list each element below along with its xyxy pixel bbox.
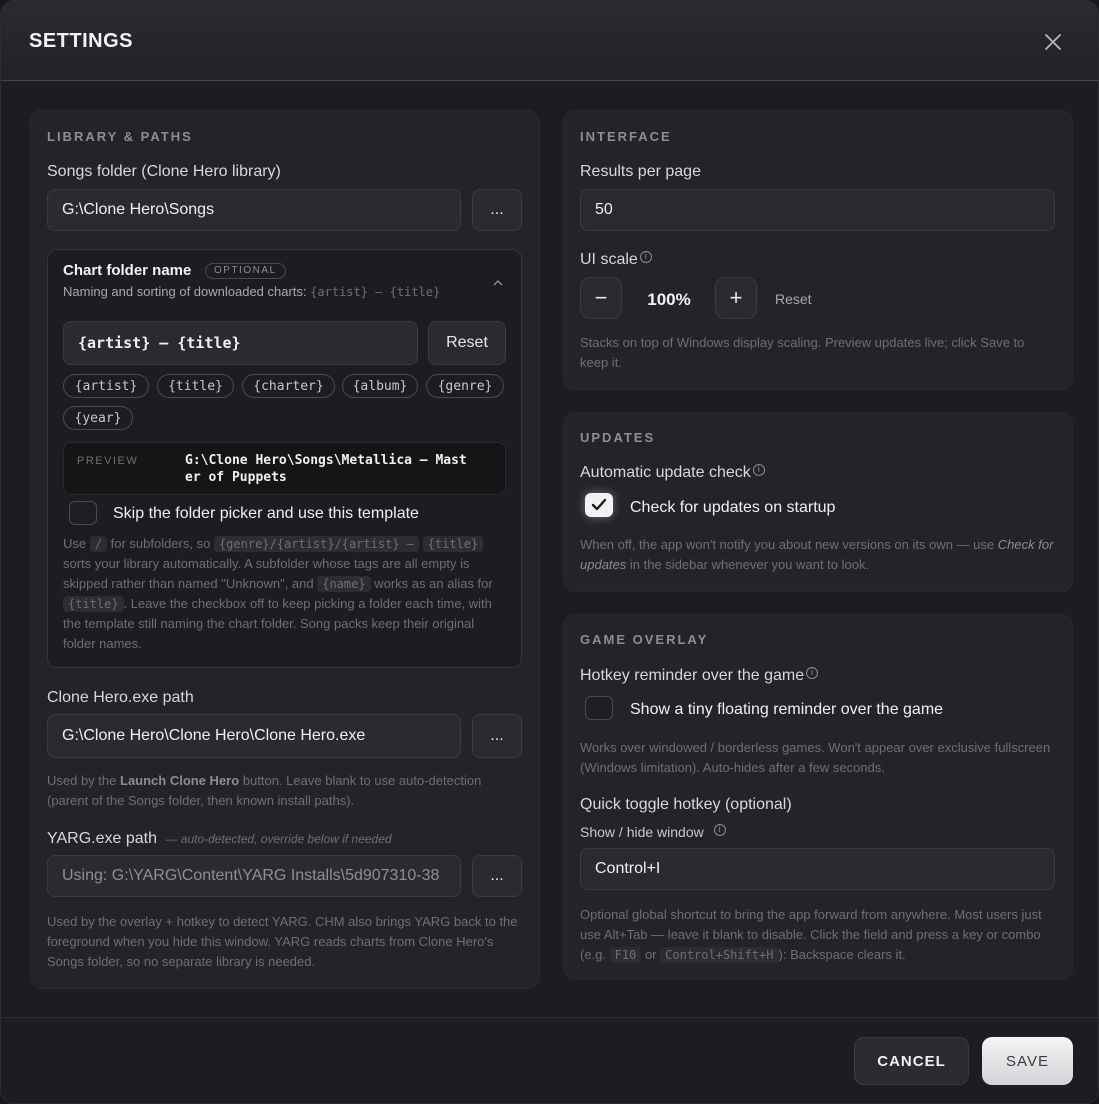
- exe-path-help: Used by the Launch Clone Hero button. Le…: [47, 773, 482, 808]
- token-artist[interactable]: {artist}: [63, 374, 149, 398]
- preview-path-line1: G:\Clone Hero\Songs\Metallica – Mast: [185, 453, 467, 468]
- ui-scale-help: Stacks on top of Windows display scaling…: [580, 335, 1025, 370]
- exe-path-input[interactable]: G:\Clone Hero\Clone Hero\Clone Hero.exe: [47, 714, 461, 758]
- exe-path-browse-button[interactable]: ...: [472, 714, 522, 758]
- hotkey-help: Optional global shortcut to bring the ap…: [580, 907, 1042, 963]
- preview-label: PREVIEW: [77, 455, 139, 467]
- info-icon: i: [713, 824, 726, 836]
- library-section-title: LIBRARY & PATHS: [47, 129, 193, 144]
- updates-section-title: UPDATES: [580, 430, 656, 445]
- info-icon: i: [639, 251, 652, 263]
- songs-folder-browse-button[interactable]: ...: [472, 189, 522, 231]
- songs-folder-input[interactable]: G:\Clone Hero\Songs: [47, 189, 461, 231]
- save-button[interactable]: SAVE: [982, 1037, 1073, 1085]
- optional-badge: OPTIONAL: [205, 263, 286, 279]
- minus-icon: −: [594, 285, 608, 310]
- ellipsis-icon: ...: [490, 867, 504, 884]
- yarg-path-placeholder: Using: G:\YARG\Content\YARG Installs\5d9…: [62, 867, 440, 884]
- modal-header: SETTINGS: [1, 1, 1098, 81]
- modal-title: SETTINGS: [29, 30, 134, 52]
- skip-folder-picker-label: Skip the folder picker and use this temp…: [113, 505, 419, 522]
- overlay-section-title: GAME OVERLAY: [580, 632, 709, 647]
- songs-folder-value: G:\Clone Hero\Songs: [62, 201, 215, 218]
- chart-template-input[interactable]: {artist} – {title}: [63, 321, 418, 365]
- preview-path-line2: er of Puppets: [185, 470, 287, 485]
- results-per-page-label: Results per page: [580, 163, 701, 180]
- exe-path-label: Clone Hero.exe path: [47, 689, 194, 706]
- token-title[interactable]: {title}: [157, 374, 234, 398]
- hotkey-input[interactable]: Control+I: [580, 848, 1055, 890]
- ellipsis-icon: ...: [490, 201, 504, 218]
- songs-folder-label: Songs folder (Clone Hero library): [47, 163, 281, 180]
- plus-icon: +: [729, 285, 743, 310]
- token-album[interactable]: {album}: [342, 374, 418, 398]
- preview-box: [63, 442, 506, 495]
- yarg-path-note: — auto-detected, override below if neede…: [165, 832, 392, 846]
- yarg-path-label: YARG.exe path — auto-detected, override …: [47, 830, 392, 847]
- token-year[interactable]: {year}: [63, 406, 133, 430]
- updates-help: When off, the app won't notify you about…: [580, 537, 1054, 572]
- exe-path-value: G:\Clone Hero\Clone Hero\Clone Hero.exe: [62, 727, 366, 744]
- chart-folder-title: Chart folder name: [63, 262, 192, 279]
- check-updates-label: Check for updates on startup: [630, 499, 836, 516]
- template-reset-button[interactable]: Reset: [428, 321, 506, 365]
- floating-reminder-help: Works over windowed / borderless games. …: [580, 740, 1051, 775]
- yarg-path-help: Used by the overlay + hotkey to detect Y…: [47, 914, 518, 969]
- check-updates-checkbox[interactable]: [585, 493, 613, 517]
- settings-modal: SETTINGS LIBRARY & PATHS Songs folder (C…: [0, 0, 1099, 1104]
- scale-increase-button[interactable]: +: [715, 277, 757, 319]
- chart-template-value: {artist} – {title}: [78, 334, 241, 352]
- ellipsis-icon: ...: [490, 727, 504, 744]
- token-charter[interactable]: {charter}: [242, 374, 335, 398]
- info-icon: i: [806, 667, 819, 679]
- quick-toggle-label: Quick toggle hotkey (optional): [580, 796, 792, 813]
- auto-update-label: Automatic update check i: [580, 464, 765, 482]
- scale-decrease-button[interactable]: −: [580, 277, 622, 319]
- yarg-path-input[interactable]: Using: G:\YARG\Content\YARG Installs\5d9…: [47, 855, 461, 897]
- floating-reminder-checkbox[interactable]: [585, 696, 613, 720]
- scale-value: 100%: [647, 290, 691, 309]
- collapse-chevron-icon[interactable]: [492, 275, 504, 286]
- skip-folder-picker-checkbox[interactable]: [69, 501, 97, 525]
- hotkey-reminder-label: Hotkey reminder over the game i: [580, 667, 819, 685]
- close-icon: [1045, 34, 1061, 50]
- chart-folder-help: Use / for subfolders, so {genre}/{artist…: [63, 536, 493, 651]
- close-button[interactable]: [1041, 30, 1065, 54]
- floating-reminder-label: Show a tiny floating reminder over the g…: [630, 701, 944, 718]
- show-hide-sublabel: Show / hide window i: [580, 824, 726, 840]
- cancel-button[interactable]: CANCEL: [854, 1037, 969, 1085]
- results-per-page-input[interactable]: 50: [580, 189, 1055, 231]
- chart-folder-subtitle: Naming and sorting of downloaded charts:…: [63, 284, 441, 299]
- info-icon: i: [752, 464, 765, 476]
- token-genre[interactable]: {genre}: [426, 374, 504, 398]
- yarg-path-browse-button[interactable]: ...: [472, 855, 522, 897]
- scale-reset-link[interactable]: Reset: [775, 291, 812, 307]
- checkmark-icon: [591, 498, 607, 511]
- interface-section-title: INTERFACE: [580, 129, 672, 144]
- ui-scale-label: UI scale i: [580, 251, 652, 269]
